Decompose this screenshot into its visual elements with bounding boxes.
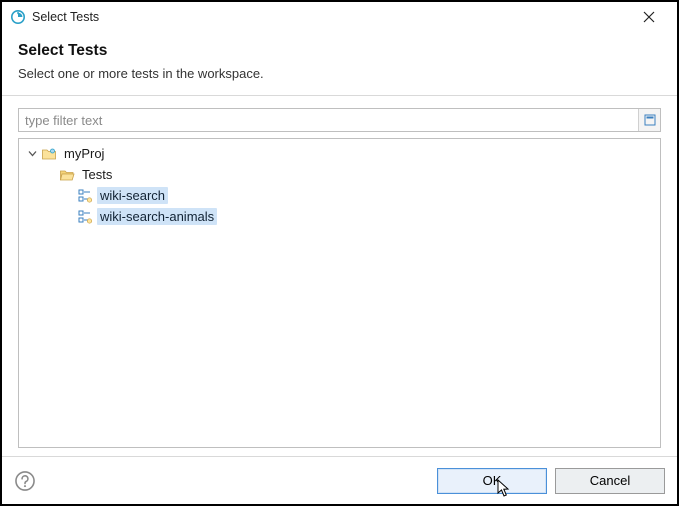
tree-node-project[interactable]: myProj xyxy=(23,143,660,227)
app-icon xyxy=(10,9,26,25)
chevron-down-icon[interactable] xyxy=(25,147,39,161)
close-button[interactable] xyxy=(629,3,669,31)
project-icon xyxy=(41,146,57,162)
folder-open-icon xyxy=(59,167,75,183)
tree-node-folder[interactable]: Tests xyxy=(41,164,660,227)
tree-node-label[interactable]: wiki-search xyxy=(97,187,168,204)
cancel-button[interactable]: Cancel xyxy=(555,468,665,494)
filter-input[interactable] xyxy=(19,109,638,131)
page-title: Select Tests xyxy=(18,42,661,60)
filter-expand-button[interactable] xyxy=(638,109,660,131)
expand-icon xyxy=(644,114,656,126)
window-title: Select Tests xyxy=(32,10,629,24)
dialog-header: Select Tests Select one or more tests in… xyxy=(2,32,677,95)
tree-pane[interactable]: myProj xyxy=(18,138,661,448)
tree-node-test[interactable]: wiki-search-animals xyxy=(59,206,660,227)
filter-row xyxy=(18,108,661,132)
titlebar: Select Tests xyxy=(2,2,677,32)
dialog-body: myProj xyxy=(2,96,677,456)
test-icon xyxy=(77,188,93,204)
tree-node-label[interactable]: myProj xyxy=(61,145,107,162)
dialog-footer: OK Cancel xyxy=(2,456,677,504)
ok-button[interactable]: OK xyxy=(437,468,547,494)
dialog-window: Select Tests Select Tests Select one or … xyxy=(0,0,679,506)
tree: myProj xyxy=(19,143,660,227)
tree-node-label[interactable]: Tests xyxy=(79,166,115,183)
tree-node-test[interactable]: wiki-search xyxy=(59,185,660,206)
help-button[interactable] xyxy=(14,470,36,492)
tree-node-label[interactable]: wiki-search-animals xyxy=(97,208,217,225)
help-icon xyxy=(14,470,36,492)
close-icon xyxy=(643,11,655,23)
page-subtitle: Select one or more tests in the workspac… xyxy=(18,66,661,81)
test-icon xyxy=(77,209,93,225)
